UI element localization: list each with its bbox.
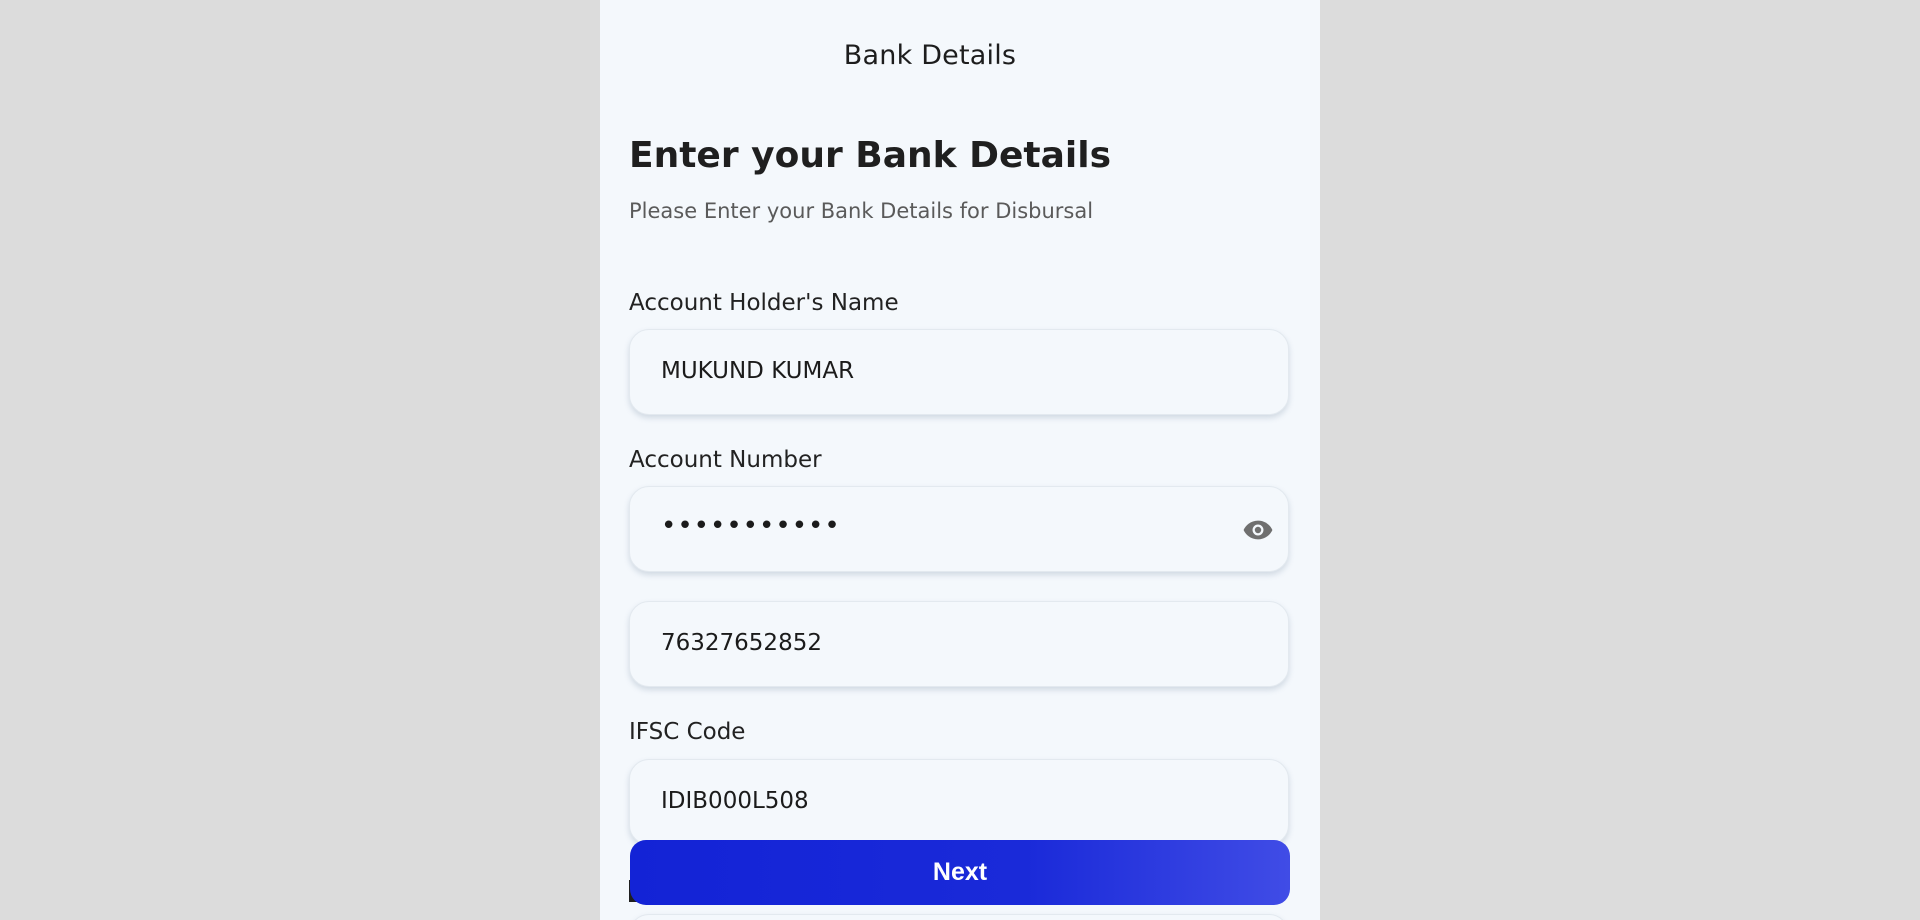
page-title: Bank Details	[843, 40, 1017, 71]
account-holder-label: Account Holder's Name	[629, 290, 899, 316]
confirm-account-number-value: 76327652852	[661, 630, 822, 656]
ifsc-value: IDIB000L508	[661, 788, 809, 814]
account-holder-value: MUKUND KUMAR	[661, 358, 855, 384]
ifsc-label: IFSC Code	[629, 719, 746, 745]
confirm-account-number-field[interactable]: 76327652852	[629, 601, 1289, 687]
form-heading: Enter your Bank Details	[629, 135, 1111, 176]
bank-details-screen: Bank Details Enter your Bank Details Ple…	[600, 0, 1320, 920]
eye-icon[interactable]	[1242, 514, 1274, 546]
account-number-label: Account Number	[629, 447, 822, 473]
account-holder-field[interactable]: MUKUND KUMAR	[629, 329, 1289, 415]
ifsc-field[interactable]: IDIB000L508	[629, 759, 1289, 845]
next-button[interactable]: Next	[630, 840, 1290, 905]
next-field-partial[interactable]	[629, 914, 1289, 920]
account-number-field[interactable]: •••••••••••	[629, 486, 1289, 572]
account-number-masked-value: •••••••••••	[661, 511, 841, 541]
form-subheading: Please Enter your Bank Details for Disbu…	[629, 199, 1094, 223]
